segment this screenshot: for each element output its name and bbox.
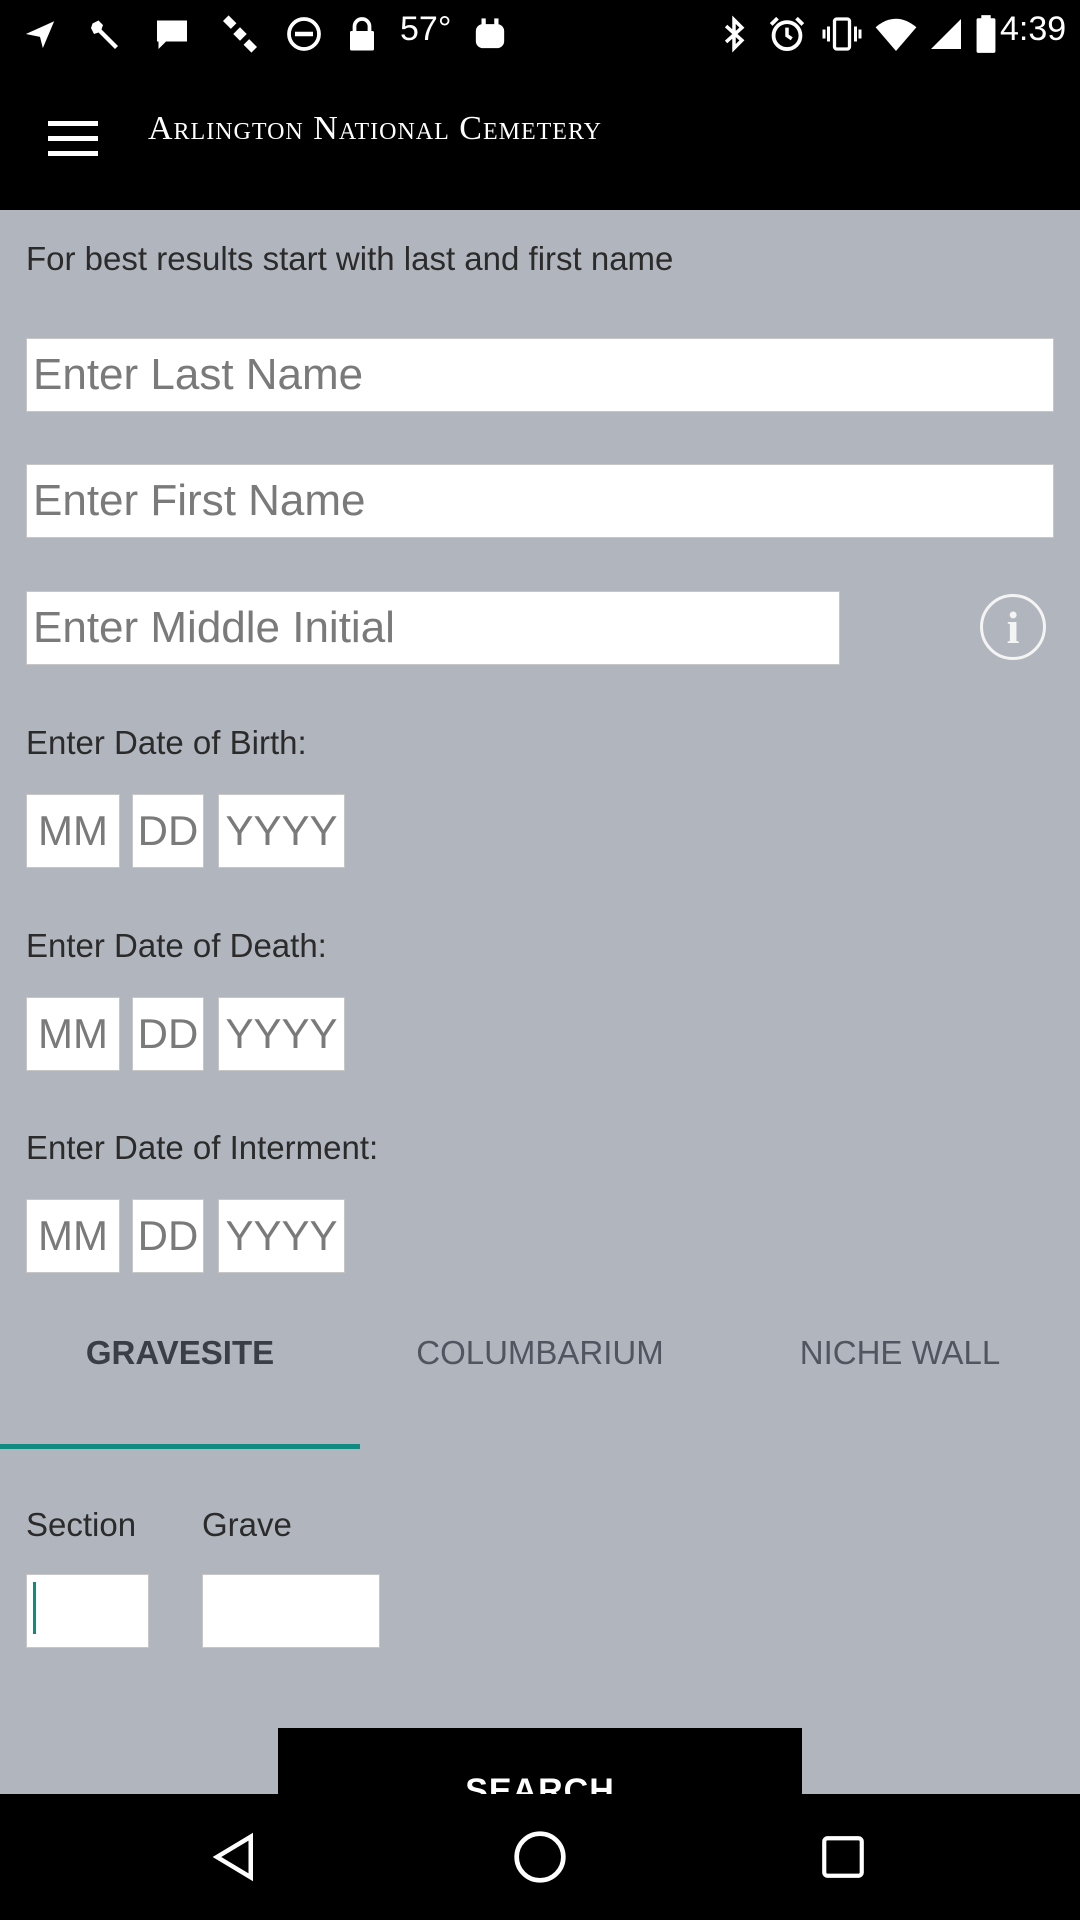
vibrate-icon	[820, 14, 864, 54]
interment-year-input[interactable]	[218, 1199, 345, 1273]
first-name-input[interactable]	[26, 464, 1054, 538]
search-hint: For best results start with last and fir…	[26, 240, 674, 277]
tab-gravesite[interactable]: GRAVESITE	[0, 1334, 360, 1372]
recents-square-icon[interactable]	[808, 1822, 878, 1892]
hamburger-menu-icon[interactable]	[40, 114, 106, 164]
home-circle-icon[interactable]	[505, 1822, 575, 1892]
grave-input[interactable]	[202, 1574, 380, 1648]
interment-day-input[interactable]	[132, 1199, 204, 1273]
page-title: Arlington National Cemetery	[148, 110, 602, 147]
interment-date-label: Enter Date of Interment:	[26, 1129, 379, 1166]
clock-text: 4:39	[1000, 10, 1067, 48]
death-year-input[interactable]	[218, 997, 345, 1071]
birth-date-label: Enter Date of Birth:	[26, 724, 307, 761]
temperature-text: 57°	[400, 10, 452, 48]
bluetooth-icon	[714, 14, 754, 54]
back-triangle-icon[interactable]	[200, 1822, 270, 1892]
status-bar: 57° 4:39	[0, 0, 1080, 66]
info-icon[interactable]: i	[980, 594, 1046, 660]
dnd-icon	[284, 14, 324, 54]
section-label: Section	[26, 1506, 137, 1543]
wifi-icon	[874, 14, 918, 54]
middle-initial-input[interactable]	[26, 591, 840, 665]
birth-day-input[interactable]	[132, 794, 204, 868]
death-date-label: Enter Date of Death:	[26, 927, 327, 964]
text-cursor	[33, 1582, 36, 1634]
birth-year-input[interactable]	[218, 794, 345, 868]
tab-columbarium[interactable]: COLUMBARIUM	[360, 1334, 720, 1372]
alarm-icon	[766, 14, 808, 54]
section-input[interactable]	[26, 1574, 149, 1648]
grave-label: Grave	[202, 1506, 292, 1543]
satellite-icon	[218, 14, 262, 54]
message-icon	[152, 14, 192, 54]
lock-icon	[344, 14, 380, 54]
app-icon	[470, 14, 510, 54]
death-month-input[interactable]	[26, 997, 120, 1071]
active-tab-indicator	[0, 1444, 360, 1449]
tab-niche-wall[interactable]: NICHE WALL	[720, 1334, 1080, 1372]
app-header: Arlington National Cemetery	[0, 66, 1080, 210]
search-form: For best results start with last and fir…	[0, 210, 1080, 1794]
navigation-bar	[0, 1794, 1080, 1920]
send-icon	[22, 14, 58, 54]
signal-icon	[926, 14, 966, 54]
wrench-icon	[86, 14, 126, 54]
last-name-input[interactable]	[26, 338, 1054, 412]
death-day-input[interactable]	[132, 997, 204, 1071]
birth-month-input[interactable]	[26, 794, 120, 868]
interment-month-input[interactable]	[26, 1199, 120, 1273]
battery-icon	[972, 14, 1000, 54]
